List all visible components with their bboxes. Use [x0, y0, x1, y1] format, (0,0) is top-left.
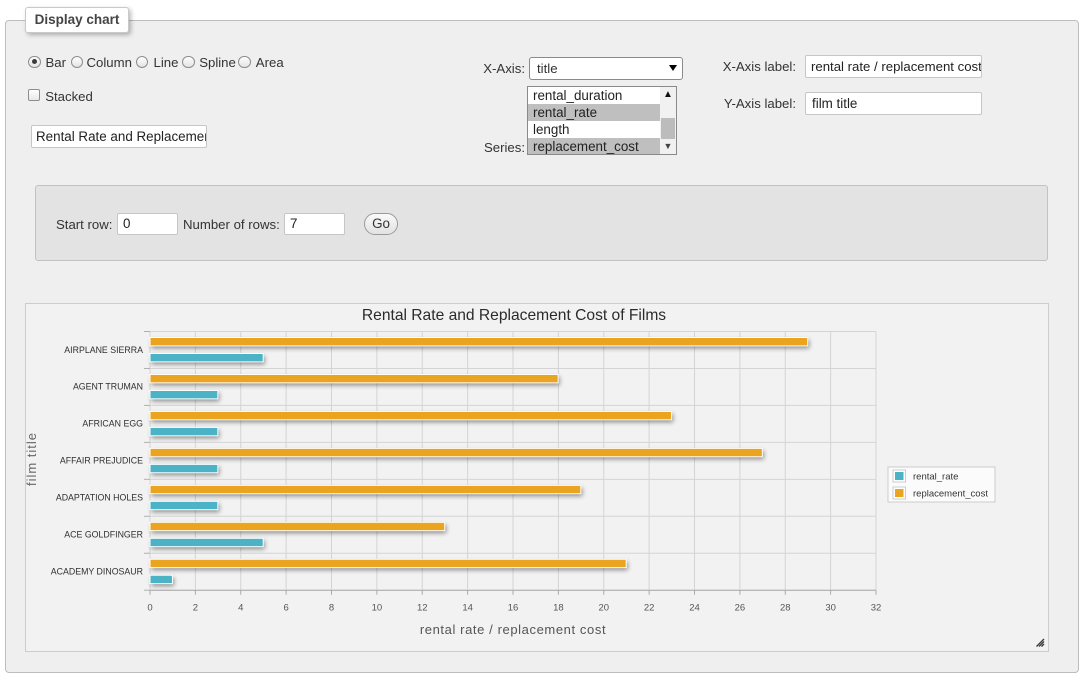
svg-text:14: 14 — [462, 603, 473, 614]
svg-text:replacement_cost: replacement_cost — [913, 489, 988, 500]
svg-text:32: 32 — [871, 603, 882, 614]
svg-text:Rental Rate and Replacement Co: Rental Rate and Replacement Cost of Film… — [362, 307, 666, 324]
svg-text:22: 22 — [644, 603, 655, 614]
svg-text:28: 28 — [780, 603, 791, 614]
svg-text:rental rate / replacement cost: rental rate / replacement cost — [420, 622, 606, 637]
svg-text:rental_rate: rental_rate — [913, 472, 958, 483]
svg-text:4: 4 — [238, 603, 243, 614]
svg-text:AIRPLANE SIERRA: AIRPLANE SIERRA — [64, 345, 143, 355]
svg-text:ADAPTATION HOLES: ADAPTATION HOLES — [56, 493, 143, 503]
svg-text:8: 8 — [329, 603, 334, 614]
svg-text:ACE GOLDFINGER: ACE GOLDFINGER — [64, 530, 143, 540]
svg-text:18: 18 — [553, 603, 564, 614]
svg-text:AFRICAN EGG: AFRICAN EGG — [82, 419, 143, 429]
svg-text:24: 24 — [689, 603, 700, 614]
svg-text:12: 12 — [417, 603, 428, 614]
svg-text:2: 2 — [193, 603, 198, 614]
svg-text:20: 20 — [598, 603, 609, 614]
svg-text:26: 26 — [735, 603, 746, 614]
svg-text:ACADEMY DINOSAUR: ACADEMY DINOSAUR — [51, 567, 143, 577]
svg-text:30: 30 — [825, 603, 836, 614]
svg-text:AGENT TRUMAN: AGENT TRUMAN — [73, 382, 143, 392]
svg-text:film title: film title — [26, 432, 39, 486]
svg-text:16: 16 — [508, 603, 519, 614]
svg-text:AFFAIR PREJUDICE: AFFAIR PREJUDICE — [60, 456, 143, 466]
svg-text:10: 10 — [372, 603, 383, 614]
svg-text:0: 0 — [147, 603, 152, 614]
svg-text:6: 6 — [283, 603, 288, 614]
